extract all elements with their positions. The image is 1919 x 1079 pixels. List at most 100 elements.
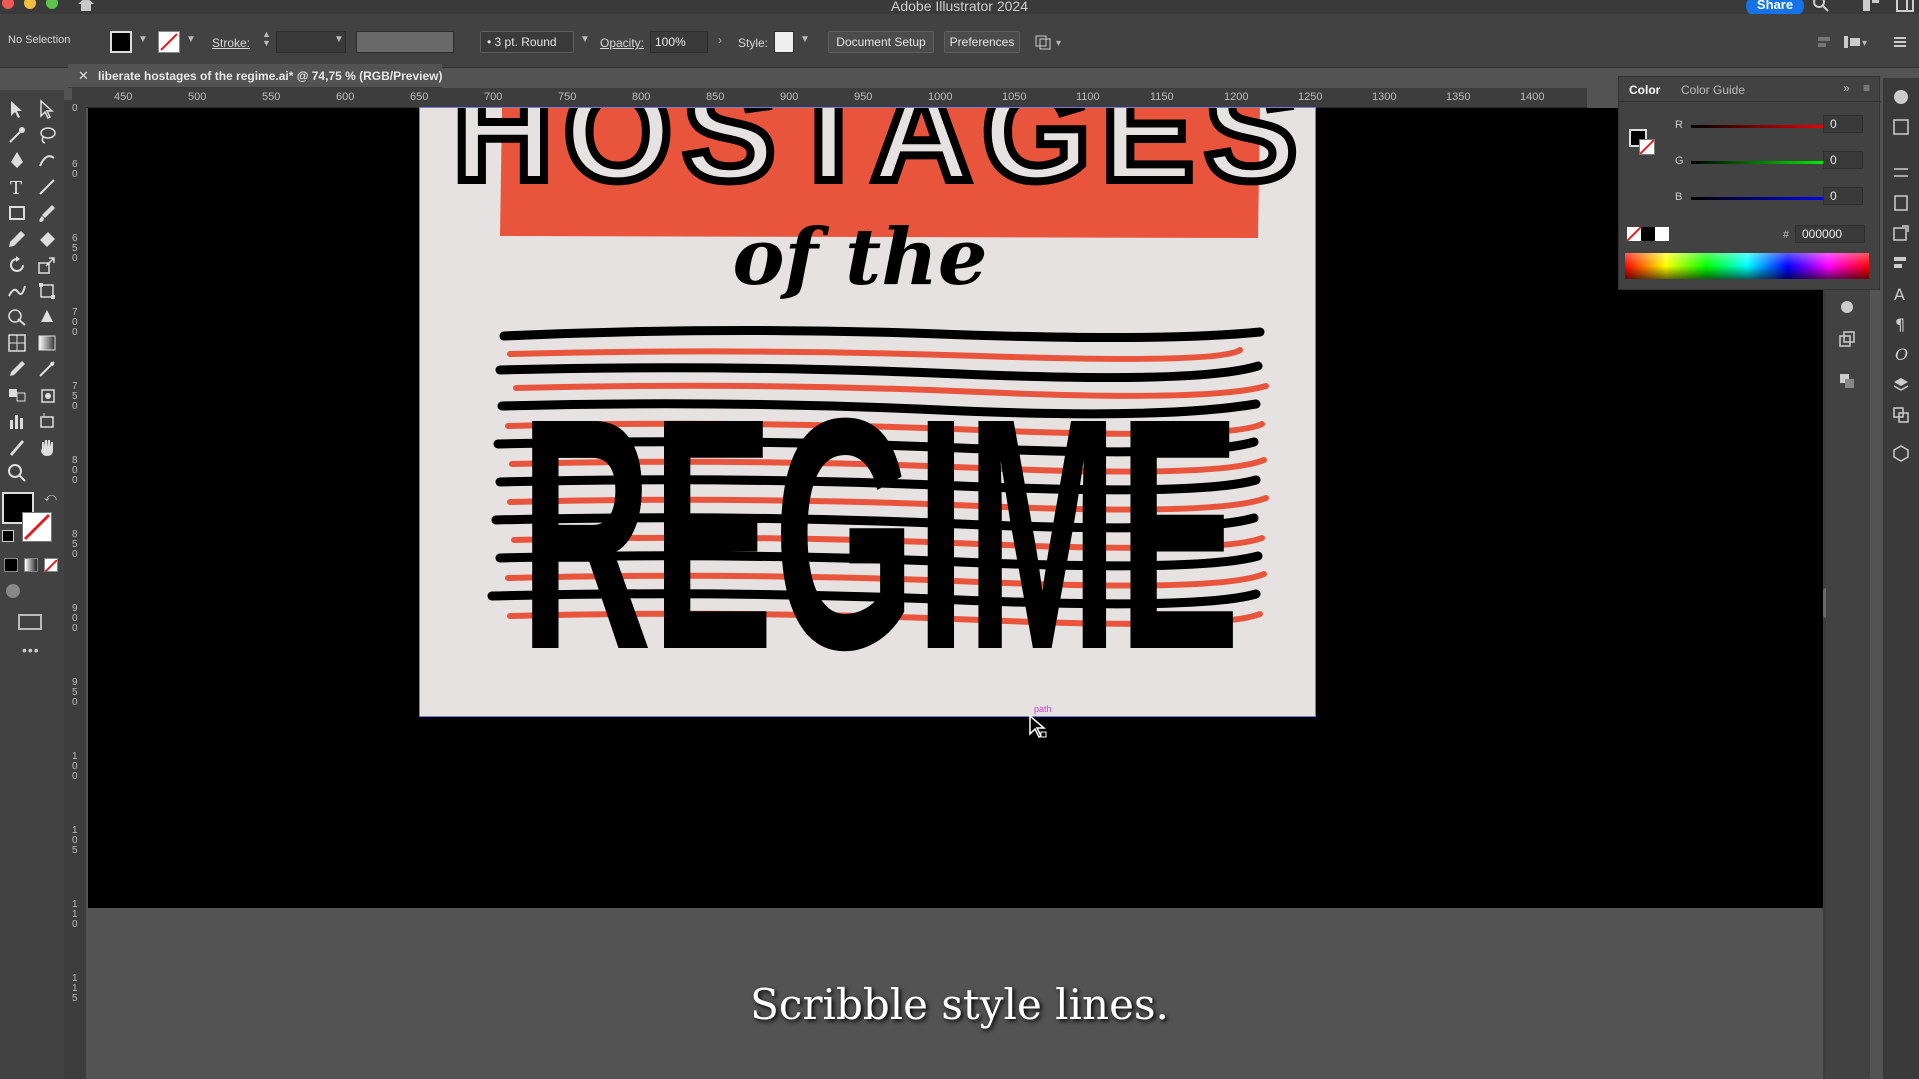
stroke-stepper-icon[interactable]: ▲ ▼: [262, 30, 271, 48]
opacity-label[interactable]: Opacity:: [600, 36, 644, 50]
symbol-sprayer-tool-icon[interactable]: [36, 384, 58, 406]
measure-tool-icon[interactable]: [36, 358, 58, 380]
gradient-mode-icon[interactable]: [24, 558, 38, 572]
document-tab-title: liberate hostages of the regime.ai* @ 74…: [98, 69, 443, 83]
3d-materials-icon[interactable]: [1892, 444, 1910, 462]
chevron-down-icon[interactable]: ▼: [800, 34, 810, 45]
warp-tool-icon[interactable]: [6, 280, 28, 302]
sliders-icon[interactable]: [1892, 164, 1910, 182]
rectangle-tool-icon[interactable]: [6, 202, 28, 224]
tab-color[interactable]: Color: [1629, 83, 1660, 97]
search-icon[interactable]: [1812, 0, 1830, 12]
eraser-tool-icon[interactable]: [36, 228, 58, 250]
graphic-style-swatch[interactable]: [774, 31, 794, 53]
paragraph-icon[interactable]: ¶: [1892, 314, 1910, 332]
libraries-icon[interactable]: [1892, 88, 1910, 106]
workspace-icon[interactable]: [1862, 0, 1880, 12]
properties-icon[interactable]: [1892, 118, 1910, 136]
color-mode-icon[interactable]: [4, 558, 18, 572]
r-slider[interactable]: [1691, 125, 1833, 128]
align-panel-icon[interactable]: [1892, 254, 1910, 272]
live-paint-tool-icon[interactable]: [36, 306, 58, 328]
none-swatch[interactable]: [1626, 226, 1642, 242]
draw-mode-icon[interactable]: [6, 584, 20, 598]
appearance-icon[interactable]: [1838, 298, 1856, 316]
transform-icon[interactable]: ▾: [1842, 34, 1870, 50]
chevron-down-icon[interactable]: ▼: [334, 34, 344, 45]
panels-icon[interactable]: [1896, 0, 1914, 12]
chevron-down-icon[interactable]: ▼: [138, 34, 148, 45]
character-icon[interactable]: A: [1892, 284, 1910, 302]
selection-tool-icon[interactable]: [6, 98, 28, 120]
hex-input[interactable]: 000000: [1795, 225, 1865, 243]
stroke-label[interactable]: Stroke:: [212, 36, 250, 50]
shape-builder-tool-icon[interactable]: [6, 306, 28, 328]
type-tool-icon[interactable]: T: [6, 176, 28, 199]
artboard[interactable]: HOSTAGES of the REGIME: [419, 49, 1316, 718]
g-input[interactable]: 0: [1823, 151, 1863, 169]
variable-width-profile[interactable]: [356, 31, 454, 53]
pencil-tool-icon[interactable]: [6, 228, 28, 250]
artboard-tool-icon[interactable]: [36, 410, 58, 432]
b-input[interactable]: 0: [1823, 187, 1863, 205]
document-icon[interactable]: [1892, 194, 1910, 212]
chevron-right-icon[interactable]: ›: [718, 33, 722, 47]
rotate-tool-icon[interactable]: [6, 254, 28, 276]
gradient-tool-icon[interactable]: [36, 332, 58, 354]
line-tool-icon[interactable]: [36, 176, 58, 198]
r-input[interactable]: 0: [1823, 115, 1863, 133]
arrange-icon[interactable]: ▾: [1034, 34, 1066, 50]
hand-tool-icon[interactable]: [36, 436, 58, 458]
scale-tool-icon[interactable]: [36, 254, 58, 276]
opacity-input[interactable]: 100%: [650, 31, 708, 53]
screen-mode-icon[interactable]: [18, 614, 42, 630]
chevron-down-icon[interactable]: ▼: [186, 34, 196, 45]
document-tab[interactable]: ✕ liberate hostages of the regime.ai* @ …: [68, 64, 442, 88]
close-tab-icon[interactable]: ✕: [78, 68, 89, 84]
brush-definition-select[interactable]: • 3 pt. Round: [480, 31, 574, 53]
menu-icon[interactable]: [1892, 34, 1908, 50]
none-mode-icon[interactable]: [44, 558, 58, 573]
paintbrush-tool-icon[interactable]: [36, 202, 58, 224]
b-slider[interactable]: [1691, 197, 1833, 200]
pen-tool-icon[interactable]: [6, 150, 28, 172]
stroke-color-swatch[interactable]: [22, 512, 52, 542]
align-icon[interactable]: [1816, 34, 1832, 50]
default-colors-icon[interactable]: [2, 530, 14, 542]
ruler-tick: 700: [484, 91, 503, 103]
fill-swatch[interactable]: [110, 31, 132, 53]
document-setup-button[interactable]: Document Setup: [828, 31, 934, 53]
lasso-tool-icon[interactable]: [36, 124, 58, 146]
more-tools-icon[interactable]: •••: [22, 642, 40, 658]
artboards-icon[interactable]: [1892, 406, 1910, 424]
column-graph-tool-icon[interactable]: [6, 410, 28, 432]
poster-artwork[interactable]: HOSTAGES of the REGIME: [420, 49, 1315, 718]
pathfinder-icon[interactable]: [1838, 372, 1856, 390]
tab-color-guide[interactable]: Color Guide: [1681, 83, 1745, 97]
white-swatch[interactable]: [1655, 227, 1669, 241]
free-transform-tool-icon[interactable]: [36, 280, 58, 302]
curvature-tool-icon[interactable]: [36, 150, 58, 172]
opentype-icon[interactable]: O: [1892, 344, 1910, 362]
panel-stroke-swatch[interactable]: [1639, 139, 1655, 155]
layers-icon[interactable]: [1892, 376, 1910, 394]
blend-tool-icon[interactable]: [6, 384, 28, 406]
collapse-panel-icon[interactable]: »: [1843, 81, 1850, 95]
color-spectrum[interactable]: [1625, 253, 1869, 279]
eyedropper-tool-icon[interactable]: [6, 358, 28, 380]
slice-tool-icon[interactable]: [6, 436, 28, 458]
chevron-down-icon[interactable]: ▼: [580, 34, 590, 45]
preferences-button[interactable]: Preferences: [944, 31, 1020, 53]
ruler-tick: 450: [114, 91, 133, 103]
g-slider[interactable]: [1691, 161, 1833, 164]
panel-menu-icon[interactable]: ≡: [1863, 81, 1870, 95]
transform-panel-icon[interactable]: [1838, 330, 1856, 348]
stroke-swatch[interactable]: [158, 31, 180, 53]
direct-selection-tool-icon[interactable]: [36, 98, 58, 120]
swap-colors-icon[interactable]: ⤺: [44, 490, 57, 505]
black-swatch[interactable]: [1641, 227, 1655, 241]
mesh-tool-icon[interactable]: [6, 332, 28, 354]
magic-wand-tool-icon[interactable]: [6, 124, 28, 146]
zoom-tool-icon[interactable]: [6, 462, 28, 484]
export-icon[interactable]: [1892, 224, 1910, 242]
